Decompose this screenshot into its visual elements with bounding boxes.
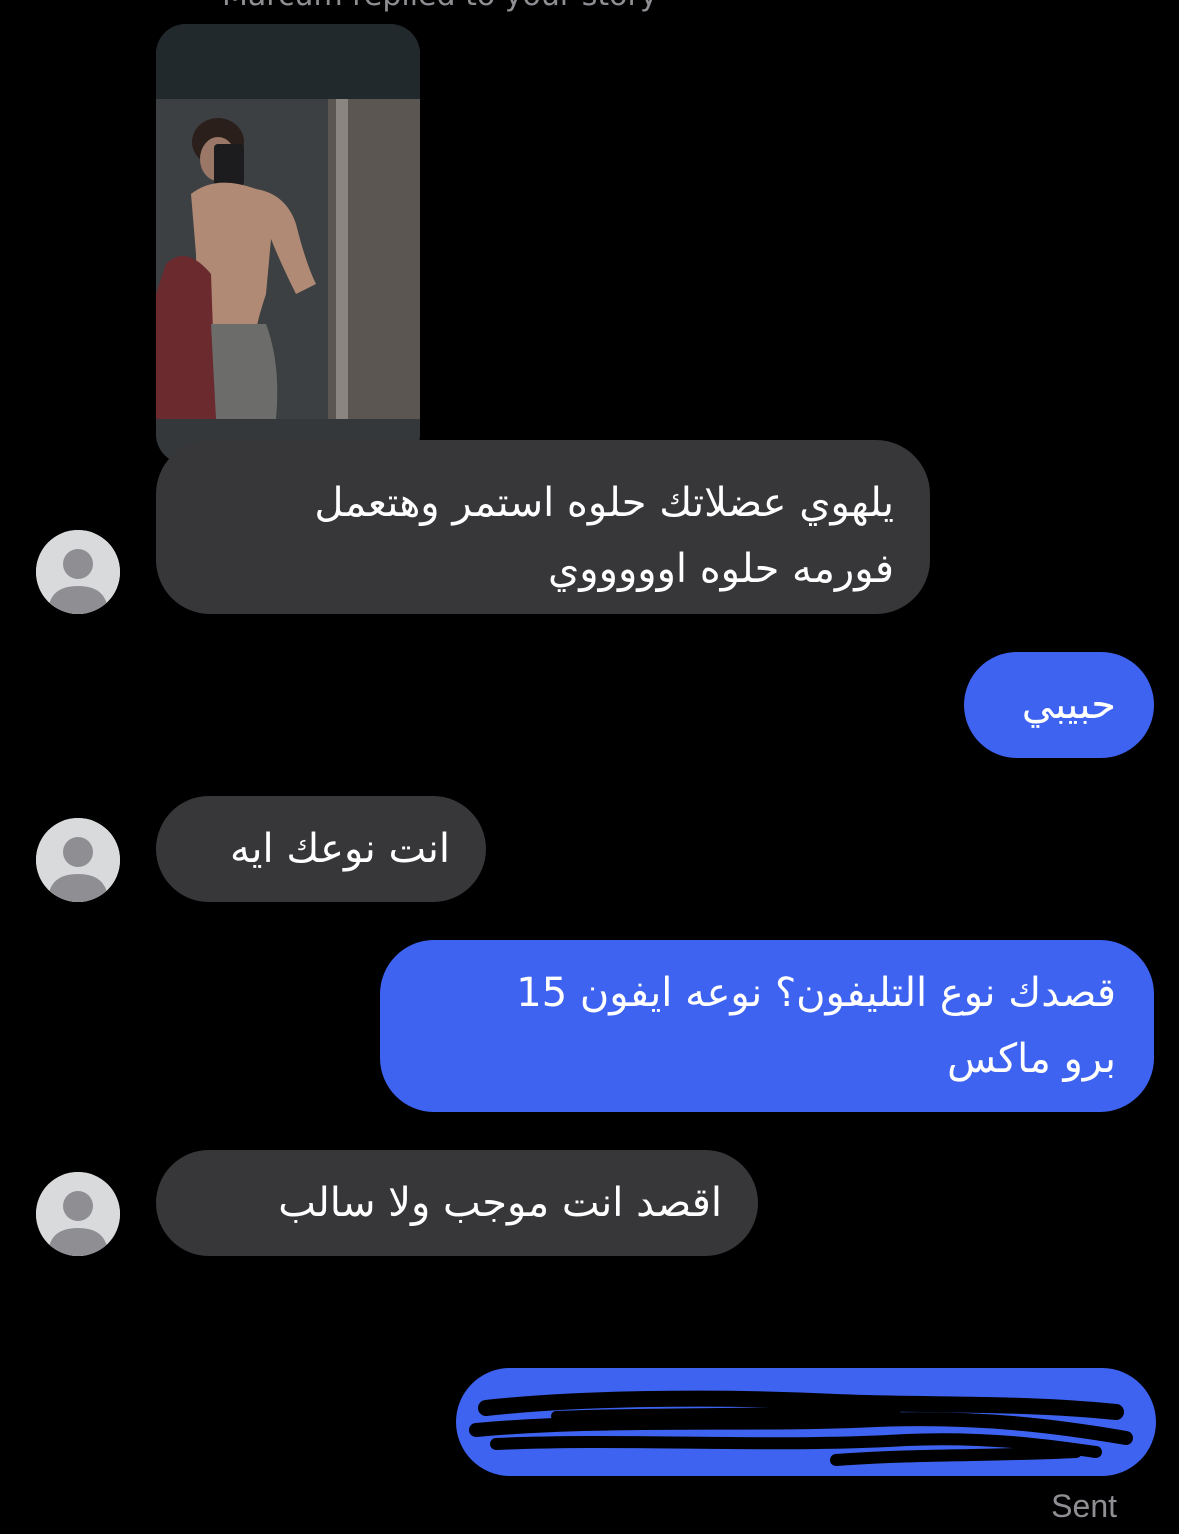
message-text: انت نوعك ايه [229,826,450,872]
avatar[interactable] [36,818,120,902]
message-text-line: برو ماكس [947,1036,1116,1082]
incoming-message-bubble[interactable]: انت نوعك ايه [156,796,486,902]
avatar[interactable] [36,530,120,614]
story-photo-icon [156,24,420,464]
message-text: اقصد انت موجب ولا سالب [278,1180,722,1226]
message-text-line: فورمه حلوه اوووووي [548,546,894,592]
redacted-outgoing-message-bubble[interactable] [456,1368,1156,1476]
outgoing-message-bubble[interactable]: حبيبي [964,652,1154,758]
message-text-line: يلهوي عضلاتك حلوه استمر وهتعمل [314,480,894,526]
outgoing-message-bubble[interactable]: قصدك نوع التليفون؟ نوعه ايفون 15 برو ماك… [380,940,1154,1112]
default-avatar-icon [36,818,120,902]
story-reply-image[interactable] [156,24,420,464]
default-avatar-icon [36,530,120,614]
incoming-message-bubble[interactable]: اقصد انت موجب ولا سالب [156,1150,758,1256]
sent-status-label: Sent [1051,1488,1117,1524]
message-text: حبيبي [1021,682,1116,728]
default-avatar-icon [36,1172,120,1256]
avatar[interactable] [36,1172,120,1256]
message-text-line: قصدك نوع التليفون؟ نوعه ايفون 15 [516,970,1116,1016]
scribble-redaction-icon [469,1390,1133,1466]
incoming-message-bubble[interactable]: يلهوي عضلاتك حلوه استمر وهتعمل فورمه حلو… [156,440,930,614]
story-reply-caption: Marcum replied to your story [222,0,658,13]
